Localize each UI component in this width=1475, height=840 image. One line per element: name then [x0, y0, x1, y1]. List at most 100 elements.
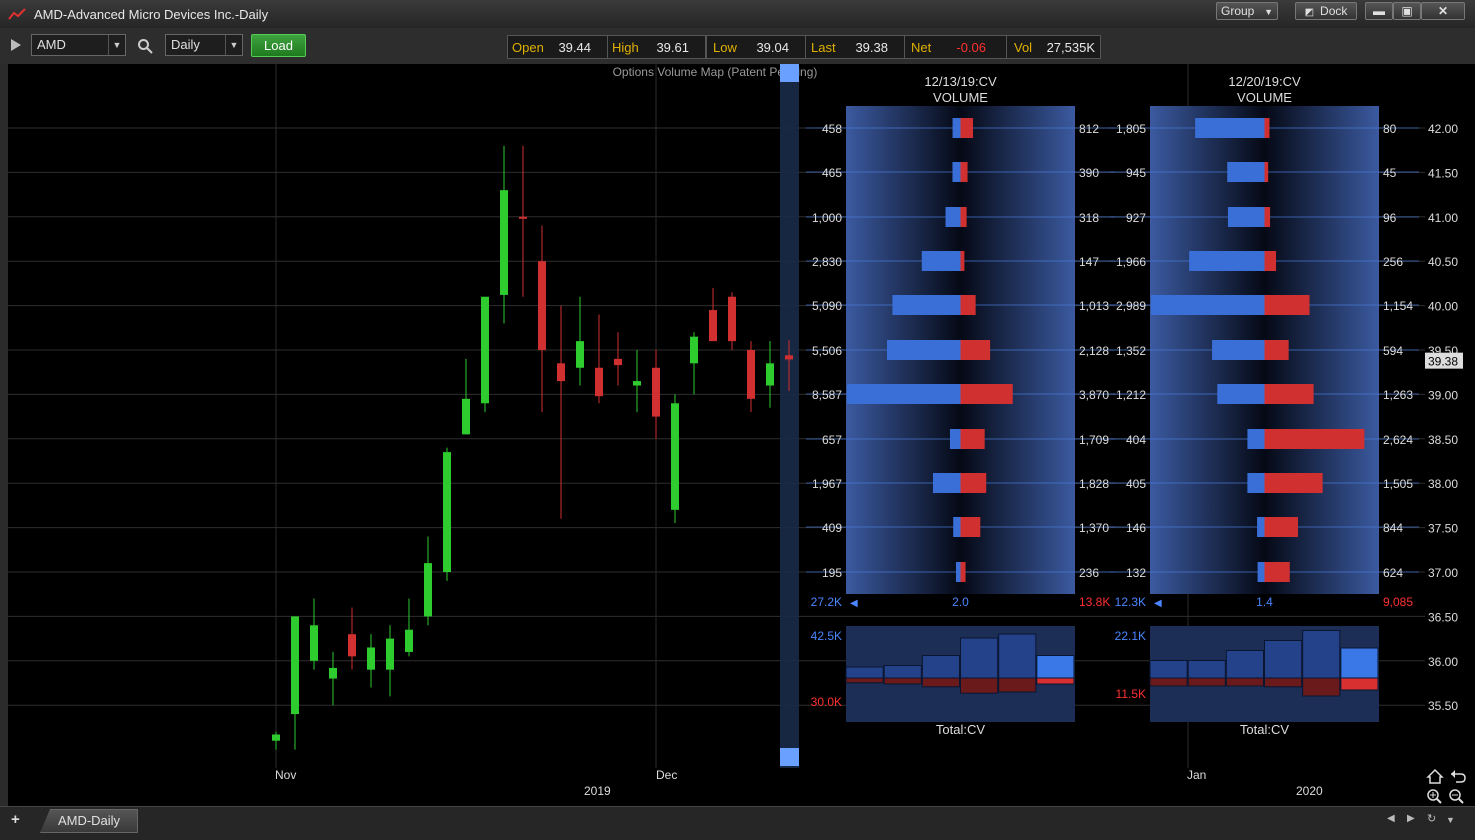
panel-volume-label: VOLUME [933, 90, 988, 105]
call-volume-value: 2,624 [1383, 433, 1413, 447]
put-volume-bar [1257, 517, 1265, 537]
hist-put-bar [921, 655, 960, 679]
month-label-nov: Nov [275, 768, 297, 782]
candle-body [652, 367, 660, 417]
hist-call-bar [960, 677, 999, 694]
price-tick-label: 39.00 [1428, 388, 1458, 402]
collapse-arrow-icon[interactable]: ◀ [1154, 598, 1162, 609]
put-volume-bar [1195, 118, 1265, 138]
quote-value: 39.04 [756, 40, 789, 55]
app-logo-icon [8, 8, 26, 20]
scroll-handle-bottom[interactable] [780, 748, 799, 766]
quote-label: Low [713, 40, 737, 55]
put-volume-value: 8,587 [812, 388, 842, 402]
price-tick-label: 41.50 [1428, 166, 1458, 180]
add-tab-icon[interactable]: + [11, 811, 20, 828]
maximize-icon: ▣ [1401, 4, 1413, 18]
home-icon[interactable] [1426, 768, 1444, 784]
put-volume-bar [1247, 473, 1265, 493]
maximize-button[interactable]: ▣ [1393, 2, 1421, 20]
minimize-button[interactable]: ▬ [1365, 2, 1393, 20]
candle-body [633, 381, 641, 386]
quote-value: 39.61 [656, 40, 689, 55]
call-volume-value: 1,154 [1383, 299, 1413, 313]
candle-body [557, 363, 565, 382]
call-volume-bar [960, 473, 987, 493]
call-volume-value: 1,828 [1079, 477, 1109, 491]
hist-put-bar [883, 665, 922, 679]
refresh-icon[interactable]: ↻ [1427, 812, 1436, 825]
hist-put-bar [845, 666, 884, 679]
chevron-down-icon[interactable]: ▼ [1446, 815, 1455, 825]
candle [329, 651, 337, 706]
hist-call-bar [998, 677, 1037, 693]
hist-call-bar [1036, 677, 1075, 685]
put-volume-bar [1151, 295, 1265, 315]
search-icon[interactable] [137, 38, 153, 54]
scroll-handle-top[interactable] [780, 64, 799, 82]
put-volume-bar [953, 517, 961, 537]
candle-body [766, 363, 774, 386]
put-call-ratio: 2.0 [952, 595, 969, 609]
play-icon[interactable] [10, 38, 22, 52]
total-call-volume: 13.8K [1079, 595, 1110, 609]
collapse-arrow-icon[interactable]: ◀ [850, 598, 858, 609]
call-volume-value: 812 [1079, 122, 1099, 136]
quote-high: High 39.61 [607, 35, 706, 59]
tab-next-icon[interactable]: ▶ [1407, 813, 1415, 824]
symbol-input[interactable]: AMD ▼ [31, 34, 126, 56]
undo-icon[interactable] [1451, 770, 1466, 783]
call-volume-bar [1264, 251, 1277, 271]
quote-label: High [612, 40, 639, 55]
group-dropdown[interactable]: Group ▼ [1216, 2, 1278, 20]
month-label-jan: Jan [1187, 768, 1207, 782]
put-volume-value: 195 [822, 566, 842, 580]
put-volume-bar [952, 162, 961, 182]
hist-call-max: 11.5K [1116, 687, 1146, 701]
dock-button[interactable]: ◩ Dock [1295, 2, 1357, 20]
candle-body [690, 336, 698, 364]
tab-prev-icon[interactable]: ◀ [1387, 813, 1395, 824]
call-volume-value: 1,263 [1383, 388, 1413, 402]
put-volume-value: 1,966 [1116, 255, 1146, 269]
call-volume-value: 1,013 [1079, 299, 1109, 313]
interval-select[interactable]: Daily ▼ [165, 34, 243, 56]
call-volume-value: 236 [1079, 566, 1099, 580]
candle [386, 625, 394, 697]
candle-body [367, 647, 375, 670]
tab-amd-daily[interactable]: AMD-Daily [40, 809, 138, 833]
candle [614, 332, 622, 386]
candle [576, 296, 584, 386]
hist-label: Total:CV [1240, 722, 1289, 737]
quote-label: Net [911, 40, 932, 55]
call-volume-bar [960, 340, 991, 360]
price-tick-label: 38.50 [1428, 433, 1458, 447]
current-bar-highlight [780, 64, 799, 768]
chevron-down-icon[interactable]: ▼ [108, 35, 125, 55]
price-axis-canvas: 42.0041.5041.0040.5040.0039.5039.0038.50… [1425, 122, 1463, 713]
quote-last: Last 39.38 [805, 35, 905, 59]
close-button[interactable]: ✕ [1421, 2, 1465, 20]
price-axis[interactable]: 42.00 41.50 41.00 40.50 40.00 39.50 39.00 38.50… [1425, 64, 1475, 768]
zoom-out-icon[interactable] [1449, 789, 1464, 804]
candle [747, 341, 755, 413]
call-volume-value: 80 [1383, 122, 1397, 136]
put-volume-bar [1189, 251, 1265, 271]
load-button[interactable]: Load [251, 34, 306, 57]
hist-call-bar [1225, 677, 1265, 687]
price-chart[interactable]: Options Volume Map (Patent Pending) 12/13… [8, 64, 1425, 768]
put-volume-value: 2,989 [1116, 299, 1146, 313]
call-volume-bar [960, 118, 974, 138]
last-price-value: 39.38 [1428, 355, 1458, 369]
zoom-in-icon[interactable] [1427, 789, 1442, 804]
interval-value: Daily [171, 37, 200, 52]
call-volume-bar [960, 384, 1013, 404]
put-volume-value: 657 [822, 433, 842, 447]
call-volume-bar [960, 562, 966, 582]
chevron-down-icon[interactable]: ▼ [225, 35, 242, 55]
chart-canvas[interactable]: Options Volume Map (Patent Pending)12/13… [8, 64, 1425, 768]
candle [633, 350, 641, 413]
candle [671, 394, 679, 524]
candle-body [576, 341, 584, 368]
hist-put-bar [1036, 655, 1075, 679]
